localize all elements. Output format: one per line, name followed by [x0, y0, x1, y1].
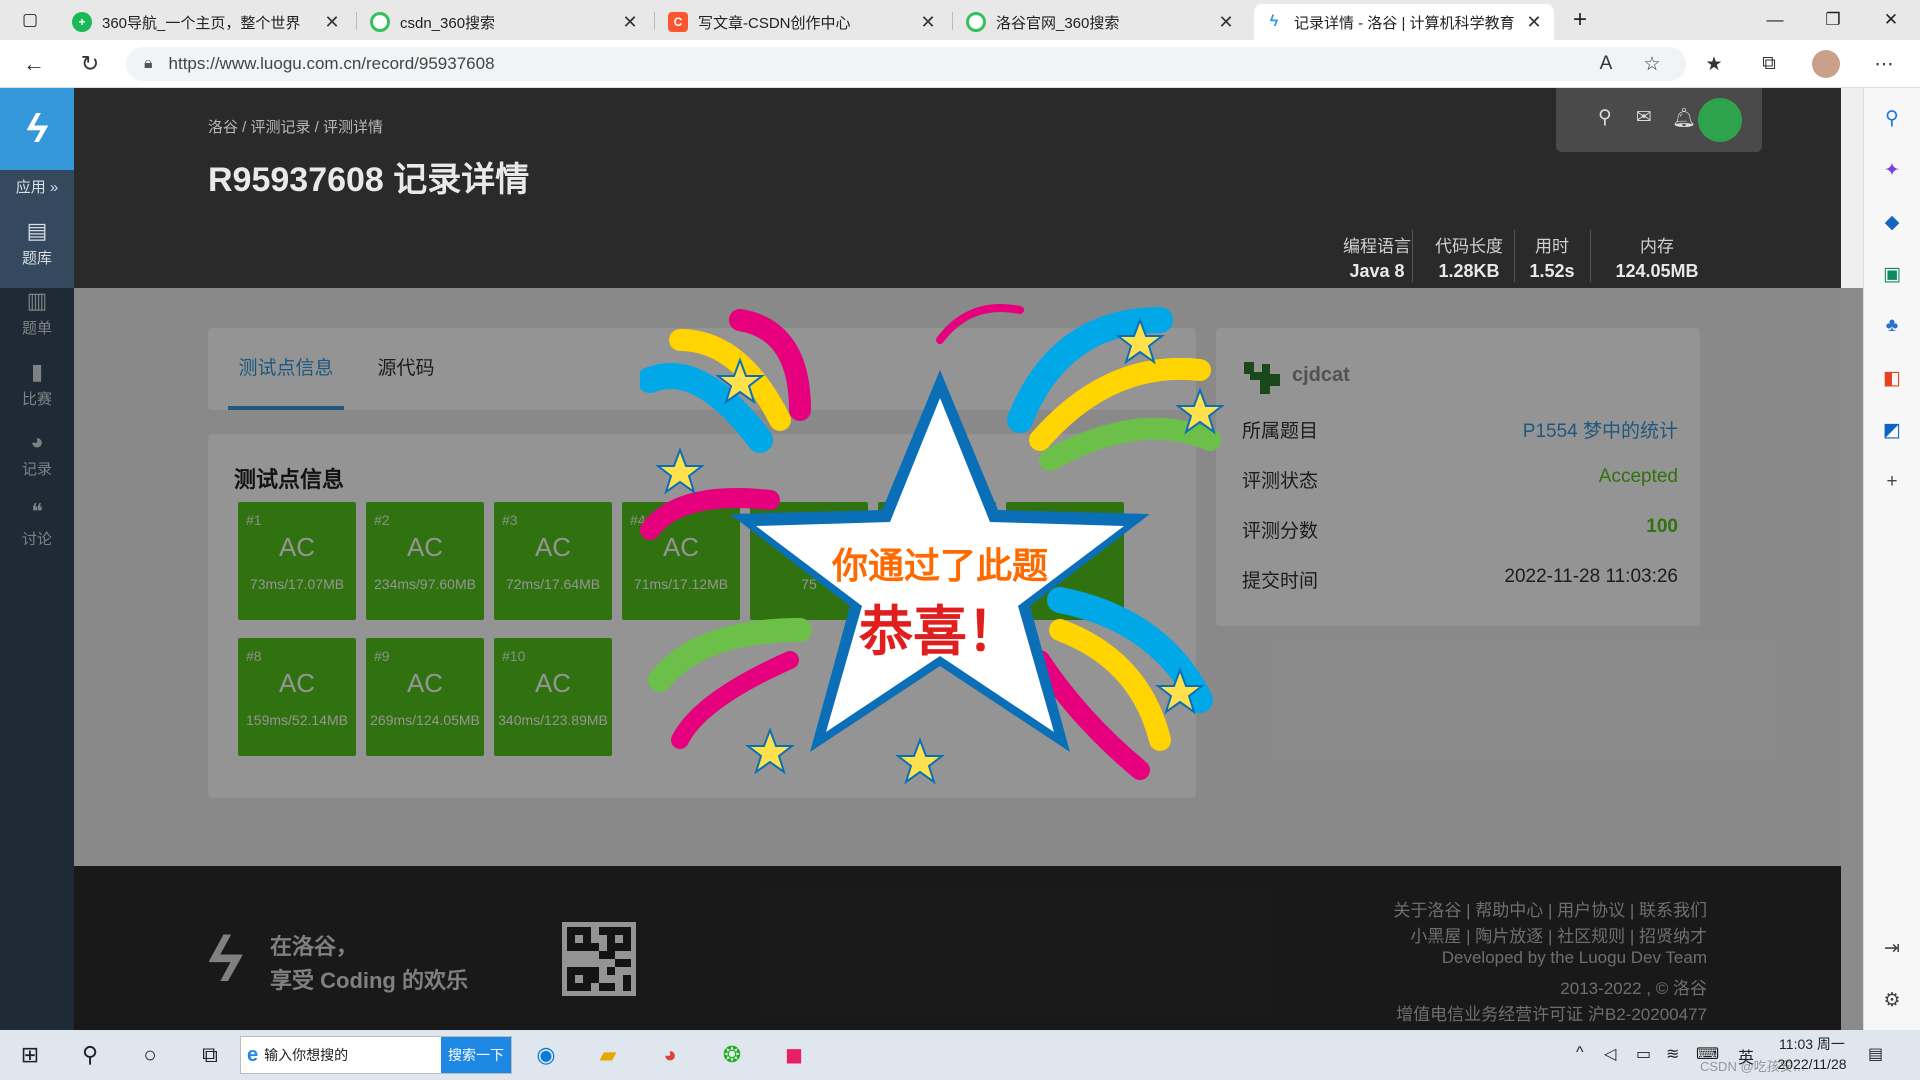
taskbar-search-input[interactable]: 输入你想搜的: [264, 1045, 348, 1065]
close-icon[interactable]: ✕: [322, 12, 342, 33]
mail-icon[interactable]: ✉: [1636, 106, 1652, 129]
edge-icon[interactable]: ◉: [530, 1039, 562, 1071]
celebration-popup[interactable]: 你通过了此题 恭喜！: [637, 300, 1240, 800]
search-icon[interactable]: ⚲: [74, 1039, 106, 1071]
close-icon[interactable]: ✕: [620, 12, 640, 33]
stat-code-length: 代码长度 1.28KB: [1435, 237, 1503, 281]
collections-icon[interactable]: ⧉: [1755, 50, 1783, 78]
taskbar-search-box[interactable]: e 输入你想搜的 搜索一下: [240, 1036, 512, 1074]
breadcrumb[interactable]: 洛谷 / 评测记录 / 评测详情: [208, 116, 383, 137]
luogu-icon: ϟ: [1264, 12, 1284, 32]
task-view-icon[interactable]: ⧉: [194, 1039, 226, 1071]
close-icon[interactable]: ✕: [1216, 12, 1236, 33]
url-text: https://www.luogu.com.cn/record/95937608: [168, 54, 495, 73]
tray-chevron-icon[interactable]: ^: [1576, 1044, 1584, 1062]
address-toolbar: ← ↻ 🔒︎ https://www.luogu.com.cn/record/9…: [0, 40, 1920, 88]
watermark: CSDN @吃孩安…: [1700, 1059, 1806, 1074]
tab-2[interactable]: csdn_360搜索 ✕: [360, 4, 650, 40]
csdn-icon: C: [668, 12, 688, 32]
battery-icon[interactable]: ▭: [1636, 1044, 1651, 1064]
add-favorite-icon[interactable]: ☆: [1638, 50, 1666, 78]
lock-icon: 🔒︎: [144, 55, 153, 72]
search-icon[interactable]: ⚲: [1598, 106, 1612, 129]
page-title: R95937608 记录详情: [208, 161, 530, 199]
close-window-button[interactable]: ✕: [1864, 0, 1918, 40]
address-bar[interactable]: 🔒︎ https://www.luogu.com.cn/record/95937…: [126, 47, 1686, 81]
copilot-icon[interactable]: ✦: [1878, 156, 1906, 184]
restore-button[interactable]: ❐: [1806, 0, 1860, 40]
more-menu-icon[interactable]: ⋯: [1870, 50, 1898, 78]
edge-sidebar: ⚲ ✦ ◆ ▣ ♣ ◧ ◩ + ⇥ ⚙: [1863, 88, 1920, 1030]
sidebar-toggle-icon[interactable]: ⇥: [1878, 934, 1906, 962]
volume-icon[interactable]: ◁: [1604, 1044, 1616, 1064]
profile-avatar[interactable]: [1812, 50, 1840, 78]
luogu-logo[interactable]: ϟ: [0, 88, 74, 170]
stat-memory: 内存 124.05MB: [1615, 237, 1699, 281]
network-icon[interactable]: ≋: [1666, 1044, 1679, 1064]
chrome-icon[interactable]: ◕: [654, 1039, 686, 1071]
settings-icon[interactable]: ⚙: [1878, 986, 1906, 1014]
record-header: 洛谷 / 评测记录 / 评测详情 R95937608 记录详情 ⚲ ✉ 🔔︎ 编…: [74, 88, 1841, 288]
tab-4[interactable]: 洛谷官网_360搜索 ✕: [956, 4, 1246, 40]
360search-icon: [370, 12, 390, 32]
file-explorer-icon[interactable]: ▰: [592, 1039, 624, 1071]
notification-icon[interactable]: ▤: [1868, 1044, 1883, 1064]
bell-icon[interactable]: 🔔︎: [1672, 106, 1696, 130]
tab-1[interactable]: + 360导航_一个主页，整个世界 ✕: [62, 4, 352, 40]
minimize-button[interactable]: —: [1748, 0, 1802, 40]
windows-taskbar: ⊞ ⚲ ○ ⧉ e 输入你想搜的 搜索一下 ◉ ▰ ◕ ❂ ◼ ^ ◁ ▭ ≋ …: [0, 1030, 1920, 1080]
close-icon[interactable]: ✕: [918, 12, 938, 33]
book-icon: ▤: [26, 218, 48, 243]
congrats-line1: 你通过了此题: [831, 546, 1048, 587]
intellij-icon[interactable]: ◼: [778, 1039, 810, 1071]
congrats-line2: 恭喜！: [858, 600, 1021, 663]
ie-icon: e: [247, 1043, 259, 1066]
360-icon: +: [72, 12, 92, 32]
shopping-icon[interactable]: ◆: [1878, 208, 1906, 236]
celebration-graphic: 你通过了此题 恭喜！: [637, 304, 1225, 785]
user-avatar[interactable]: [1698, 98, 1742, 142]
tab-3[interactable]: C 写文章-CSDN创作中心 ✕: [658, 4, 948, 40]
stat-time: 用时 1.52s: [1529, 237, 1575, 281]
outlook-icon[interactable]: ◩: [1878, 416, 1906, 444]
wechat-icon[interactable]: ❂: [716, 1039, 748, 1071]
apps-menu[interactable]: 应用 »: [0, 176, 74, 197]
user-toolbar: ⚲ ✉ 🔔︎: [1556, 88, 1762, 152]
windows-start-icon[interactable]: ⊞: [14, 1039, 46, 1071]
close-icon[interactable]: ✕: [1524, 12, 1544, 33]
favorites-icon[interactable]: ★: [1700, 50, 1728, 78]
games-icon[interactable]: ♣: [1878, 312, 1906, 340]
cortana-icon[interactable]: ○: [134, 1039, 166, 1071]
browser-tabbar: ▢ + 360导航_一个主页，整个世界 ✕ csdn_360搜索 ✕ C 写文章…: [0, 0, 1920, 40]
back-button[interactable]: ←: [18, 48, 50, 80]
new-tab-button[interactable]: +: [1560, 0, 1600, 40]
office-icon[interactable]: ◧: [1878, 364, 1906, 392]
360search-icon: [966, 12, 986, 32]
refresh-button[interactable]: ↻: [74, 48, 106, 80]
tools-icon[interactable]: ▣: [1878, 260, 1906, 288]
nav-problems[interactable]: ▤ 题库: [0, 218, 74, 268]
taskbar-search-button[interactable]: 搜索一下: [441, 1037, 511, 1073]
search-icon[interactable]: ⚲: [1878, 104, 1906, 132]
tab-5-active[interactable]: ϟ 记录详情 - 洛谷 | 计算机科学教育 ✕: [1254, 4, 1554, 40]
add-icon[interactable]: +: [1878, 468, 1906, 496]
tab-actions-icon[interactable]: ▢: [4, 0, 56, 40]
read-aloud-icon[interactable]: A: [1592, 50, 1620, 78]
